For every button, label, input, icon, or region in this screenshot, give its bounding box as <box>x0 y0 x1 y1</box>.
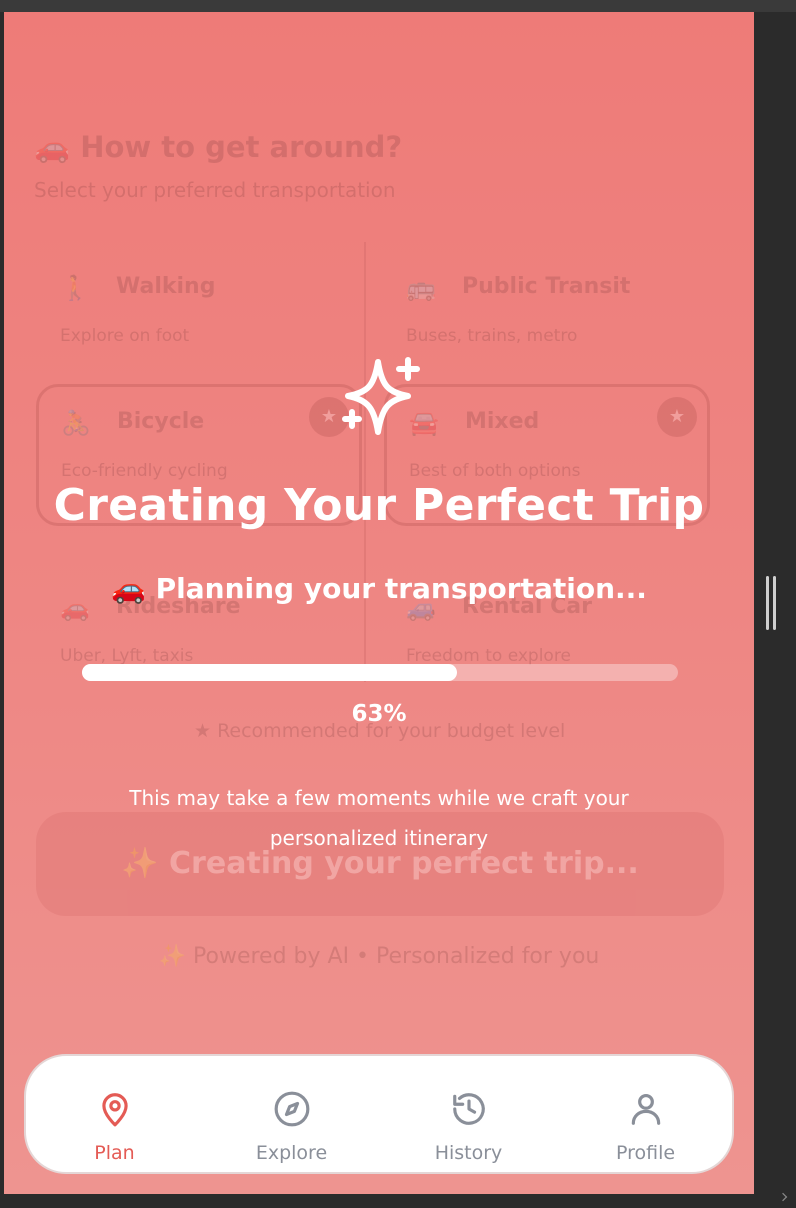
powered-by-note: ✨ Powered by AI • Personalized for you <box>158 944 600 969</box>
nav-label: History <box>434 1142 503 1164</box>
star-icon: ★ <box>657 397 697 437</box>
option-name: Public Transit <box>462 274 631 299</box>
compass-icon <box>274 1091 309 1127</box>
option-desc: Eco-friendly cycling <box>61 461 228 481</box>
option-desc: Best of both options <box>409 461 581 481</box>
option-name: Mixed <box>465 409 540 434</box>
nav-label: Explore <box>255 1142 328 1164</box>
option-desc: Uber, Lyft, taxis <box>60 646 194 666</box>
phone-screen: 🚗 How to get around? Select your preferr… <box>4 12 754 1194</box>
loading-note: This may take a few moments while we cra… <box>129 786 629 850</box>
section-title: 🚗 How to get around? <box>34 130 403 164</box>
history-icon <box>452 1093 485 1125</box>
window-top-bar <box>0 0 796 12</box>
bicycle-icon: 🚴 <box>61 409 91 437</box>
option-walking[interactable]: 🚶 Walking Explore on foot <box>38 252 364 394</box>
nav-item-profile[interactable]: Profile <box>557 1056 734 1176</box>
sparkles-icon <box>342 357 420 435</box>
option-public-transit[interactable]: 🚌 Public Transit Buses, trains, metro <box>384 252 710 394</box>
option-name: Bicycle <box>117 409 205 434</box>
progress-fill <box>82 664 458 681</box>
option-desc: Buses, trains, metro <box>406 326 578 346</box>
nav-item-plan[interactable]: Plan <box>26 1056 203 1176</box>
app-frame: 🚗 How to get around? Select your preferr… <box>0 0 796 1208</box>
bus-icon: 🚌 <box>406 274 436 302</box>
option-name: Walking <box>116 274 216 299</box>
option-desc: Explore on foot <box>60 326 190 346</box>
corner-grip-icon[interactable] <box>778 1192 788 1202</box>
user-icon <box>631 1093 660 1125</box>
options-divider <box>364 242 366 682</box>
nav-label: Profile <box>615 1142 676 1164</box>
bottom-nav: Plan Explore History Profile <box>24 1054 734 1174</box>
nav-label: Plan <box>94 1142 135 1164</box>
resize-handle[interactable] <box>766 576 778 630</box>
nav-item-explore[interactable]: Explore <box>203 1056 380 1176</box>
walking-icon: 🚶 <box>60 274 90 302</box>
nav-item-history[interactable]: History <box>380 1056 557 1176</box>
option-desc: Freedom to explore <box>406 646 571 666</box>
progress-percent: 63% <box>351 701 407 727</box>
loading-title: Creating Your Perfect Trip <box>53 480 705 531</box>
loading-status: 🚗 Planning your transportation... <box>111 572 647 605</box>
progress-bar <box>82 664 678 681</box>
map-pin-icon <box>101 1093 128 1127</box>
section-subtitle: Select your preferred transportation <box>34 178 396 202</box>
